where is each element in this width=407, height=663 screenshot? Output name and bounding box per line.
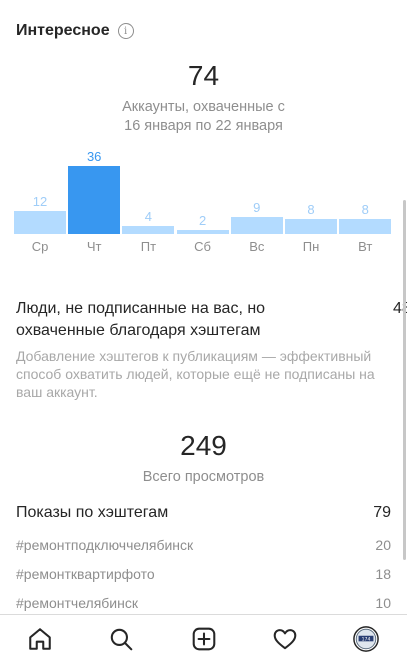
day-label: Вс [249, 239, 265, 254]
hashtag-reach-description: Добавление хэштегов к публикациям — эффе… [16, 348, 375, 400]
section-heading: Интересное [16, 22, 110, 39]
add-post-icon [192, 627, 216, 651]
views-count: 249 [180, 430, 227, 461]
hashtag-count: 20 [375, 537, 391, 553]
hashtag-name: #ремонтподключчелябинск [16, 537, 194, 553]
reach-bar-chart: 12 Ср 36 Чт 4 Пт 2 Сб 9 Вс 8 Пн 8 Вт [14, 140, 394, 260]
activity-button[interactable] [269, 623, 301, 655]
day-label: Пт [140, 239, 157, 254]
bar [122, 226, 175, 234]
hashtag-name: #ремонтчелябинск [16, 595, 138, 611]
reach-caption-line2: 16 января по 22 января [124, 118, 283, 134]
insights-header: Интересное i [16, 18, 134, 44]
bar-value-label: 12 [32, 194, 48, 209]
bar-column[interactable]: 36 [68, 140, 121, 234]
search-icon [110, 628, 133, 651]
bar-value-label: 8 [361, 202, 369, 217]
scrollbar[interactable] [403, 200, 406, 560]
hashtag-impressions-total: 79 [373, 504, 391, 521]
day-label: Пн [302, 239, 320, 254]
bar-value-label: 9 [253, 200, 261, 215]
info-icon[interactable]: i [117, 23, 134, 39]
home-button[interactable] [24, 623, 56, 655]
day-label: Сб [194, 239, 212, 254]
bar [339, 219, 392, 234]
hashtag-name: #ремонтквартирфото [16, 566, 155, 582]
hashtag-count: 10 [375, 595, 391, 611]
profile-button[interactable]: 174 [350, 623, 382, 655]
hashtag-impressions-header: Показы по хэштегам 79 [16, 504, 391, 522]
bar-column[interactable]: 4 [122, 140, 175, 234]
bar [230, 217, 283, 234]
bar-column[interactable]: 12 [14, 140, 66, 234]
reach-caption-line1: Аккаунты, охваченные с [122, 99, 285, 115]
hashtag-impressions-title: Показы по хэштегам [16, 504, 169, 521]
bar [285, 219, 337, 234]
bar-value-label: 8 [307, 202, 315, 217]
day-label: Вт [358, 239, 373, 254]
views-caption: Всего просмотров [142, 469, 265, 485]
day-label: Ср [31, 239, 49, 254]
bar-column[interactable]: 8 [285, 140, 337, 234]
bar-column[interactable]: 2 [176, 140, 229, 234]
day-label: Чт [86, 239, 102, 254]
bar-column[interactable]: 9 [230, 140, 283, 234]
bar-value-label: 2 [198, 213, 207, 228]
bottom-navigation: 174 [0, 614, 407, 663]
hashtag-row[interactable]: #ремонтквартирфото 18 [16, 566, 391, 582]
hashtag-row[interactable]: #ремонтподключчелябинск 20 [16, 537, 391, 553]
bar [176, 230, 229, 234]
search-button[interactable] [105, 623, 137, 655]
profile-avatar: 174 [353, 626, 379, 652]
hashtag-count: 18 [375, 566, 391, 582]
bar [68, 166, 121, 234]
reach-count: 74 [187, 60, 220, 91]
heart-icon [273, 629, 297, 650]
bar-value-label: 36 [86, 149, 102, 164]
hashtag-row[interactable]: #ремонтчелябинск 10 [16, 595, 391, 611]
hashtag-reach-title: Люди, не подписанные на вас, но охваченн… [16, 300, 266, 339]
home-icon [29, 628, 51, 650]
avatar-text: 174 [362, 636, 371, 642]
bar [14, 211, 66, 234]
new-post-button[interactable] [188, 623, 220, 655]
bar-column[interactable]: 8 [339, 140, 392, 234]
bar-value-label: 4 [144, 209, 152, 224]
